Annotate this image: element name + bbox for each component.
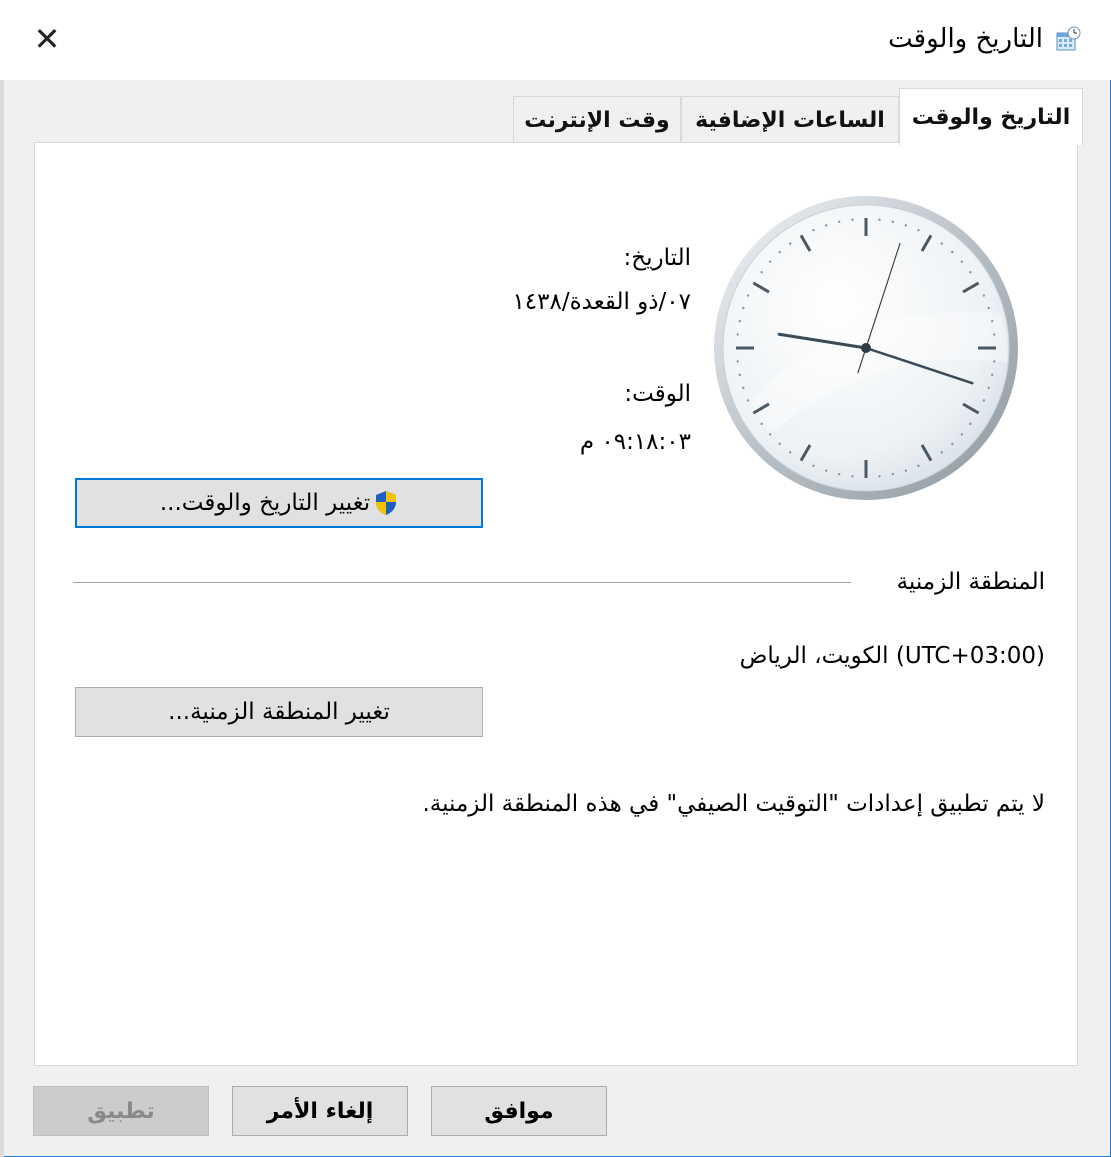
minute-tick [738,319,742,323]
close-button[interactable]: ✕ [30,22,64,56]
cancel-label: إلغاء الأمر [266,1098,374,1124]
background-edge [0,0,4,1157]
minute-tick [812,464,815,468]
apply-label: تطبيق [87,1098,155,1124]
minute-tick [951,250,954,254]
time-label: الوقت: [624,381,691,407]
minute-tick [837,472,841,476]
minute-tick [990,319,994,323]
minute-tick [940,451,944,454]
shield-icon [376,491,397,515]
minute-tick [788,242,792,245]
tab-internet-time[interactable]: وقت الإنترنت [513,96,681,143]
minute-tick [760,270,763,274]
timezone-value: (UTC+03:00) الكويت، الرياض [739,643,1045,669]
timezone-heading: المنطقة الزمنية [896,569,1045,595]
tab-panel: التاريخ: ٠٧/ذو القعدة/١٤٣٨ الوقت: ٠٩:١٨:… [34,142,1078,1066]
ok-button[interactable]: موافق [431,1086,607,1136]
minute-tick [736,360,739,363]
minute-tick [904,469,908,472]
minute-tick [969,270,972,274]
tab-label: الساعات الإضافية [695,107,885,133]
minute-tick [742,386,745,390]
minute-tick [904,224,908,227]
minute-tick [746,294,750,297]
minute-tick [987,386,990,390]
close-icon: ✕ [33,20,61,58]
minute-tick [824,224,828,227]
minute-tick [878,218,881,221]
minute-tick [982,294,986,297]
clock-center [861,343,871,353]
change-date-time-button[interactable]: تغيير التاريخ والوقت... [75,478,483,528]
minute-tick [917,464,920,468]
minute-tick [960,433,964,436]
apply-button[interactable]: تطبيق [33,1086,209,1136]
minute-tick [768,260,772,263]
minute-tick [993,333,996,336]
minute-tick [851,218,854,221]
minute-tick [987,306,990,310]
title-bar: ✕ التاريخ والوقت [0,0,1111,80]
minute-tick [746,399,750,402]
ok-label: موافق [484,1098,554,1124]
minute-tick [738,373,742,377]
minute-tick [742,306,745,310]
minute-tick [960,260,964,263]
minute-tick [982,399,986,402]
minute-tick [778,442,781,446]
change-timezone-button[interactable]: تغيير المنطقة الزمنية... [75,687,483,737]
minute-tick [824,469,828,472]
date-value: ٠٧/ذو القعدة/١٤٣٨ [512,289,691,315]
minute-tick [788,451,792,454]
tab-additional-clocks[interactable]: الساعات الإضافية [681,96,899,143]
minute-tick [736,333,739,336]
minute-tick [812,228,815,232]
minute-tick [993,360,996,363]
minute-tick [851,475,854,478]
minute-tick [891,220,895,224]
cancel-button[interactable]: إلغاء الأمر [232,1086,408,1136]
change-timezone-label: تغيير المنطقة الزمنية... [168,699,390,725]
window-title: التاريخ والوقت [888,24,1043,54]
time-value: ٠٩:١٨:٠٣ م [579,429,691,455]
minute-tick [951,442,954,446]
tab-label: وقت الإنترنت [524,107,670,133]
clock-calendar-icon [1056,26,1081,51]
change-date-time-label: تغيير التاريخ والوقت... [159,490,371,516]
minute-tick [969,422,972,426]
date-label: التاريخ: [623,245,691,271]
timezone-separator [73,582,851,583]
minute-tick [990,373,994,377]
minute-tick [760,422,763,426]
dst-note: لا يتم تطبيق إعدادات "التوقيت الصيفي" في… [422,791,1045,817]
analog-clock [714,196,1018,500]
minute-tick [940,242,944,245]
tab-date-time[interactable]: التاريخ والوقت [899,88,1083,145]
minute-tick [778,250,781,254]
tab-label: التاريخ والوقت [911,104,1071,130]
minute-tick [917,228,920,232]
minute-tick [837,220,841,224]
minute-tick [891,472,895,476]
minute-tick [768,433,772,436]
minute-tick [878,475,881,478]
